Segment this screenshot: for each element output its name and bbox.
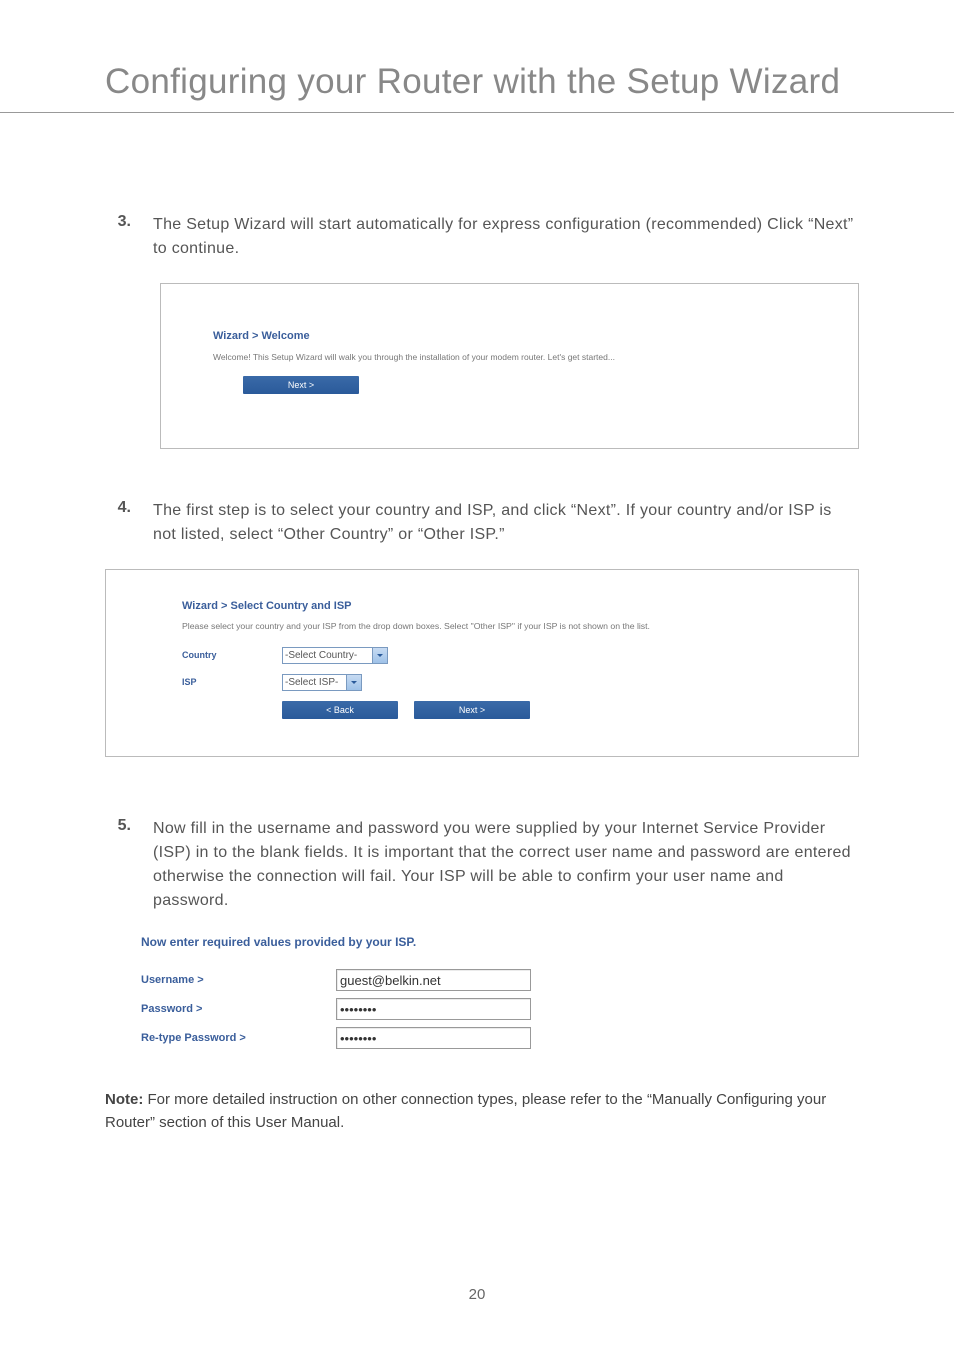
note-bold: Note: (105, 1091, 143, 1108)
credentials-panel: Now enter required values provided by yo… (141, 935, 859, 1049)
step-3: 3. The Setup Wizard will start automatic… (105, 213, 859, 261)
step-number: 5. (105, 817, 131, 913)
country-label: Country (182, 650, 282, 660)
credentials-title: Now enter required values provided by yo… (141, 935, 859, 949)
wizard-welcome-panel: Wizard > Welcome Welcome! This Setup Wiz… (160, 283, 859, 449)
country-select-value: -Select Country- (285, 650, 357, 661)
username-field[interactable]: guest@belkin.net (336, 969, 531, 991)
wizard-country-isp-panel: Wizard > Select Country and ISP Please s… (105, 569, 859, 757)
step-text: Now fill in the username and password yo… (153, 817, 859, 913)
retype-password-label: Re-type Password > (141, 1032, 336, 1044)
chevron-down-icon (346, 675, 361, 690)
country-select[interactable]: -Select Country- (282, 647, 388, 664)
note-text: Note: For more detailed instruction on o… (105, 1089, 859, 1134)
back-button[interactable]: < Back (282, 701, 398, 719)
password-label: Password > (141, 1003, 336, 1015)
chevron-down-icon (372, 648, 387, 663)
isp-label: ISP (182, 677, 282, 687)
password-field[interactable]: •••••••• (336, 998, 531, 1020)
panel-description: Please select your country and your ISP … (182, 621, 722, 633)
step-4: 4. The first step is to select your coun… (105, 499, 859, 547)
step-number: 3. (105, 213, 131, 261)
retype-password-field[interactable]: •••••••• (336, 1027, 531, 1049)
breadcrumb: Wizard > Welcome (213, 330, 830, 342)
next-button[interactable]: Next > (243, 376, 359, 394)
step-number: 4. (105, 499, 131, 547)
panel-description: Welcome! This Setup Wizard will walk you… (213, 352, 830, 362)
page-number: 20 (0, 1286, 954, 1303)
step-text: The first step is to select your country… (153, 499, 859, 547)
breadcrumb: Wizard > Select Country and ISP (182, 600, 830, 612)
username-label: Username > (141, 974, 336, 986)
note-body: For more detailed instruction on other c… (105, 1091, 826, 1131)
next-button[interactable]: Next > (414, 701, 530, 719)
step-text: The Setup Wizard will start automaticall… (153, 213, 859, 261)
isp-select[interactable]: -Select ISP- (282, 674, 362, 691)
isp-select-value: -Select ISP- (285, 677, 338, 688)
step-5: 5. Now fill in the username and password… (105, 817, 859, 913)
page-title: Configuring your Router with the Setup W… (0, 0, 954, 113)
